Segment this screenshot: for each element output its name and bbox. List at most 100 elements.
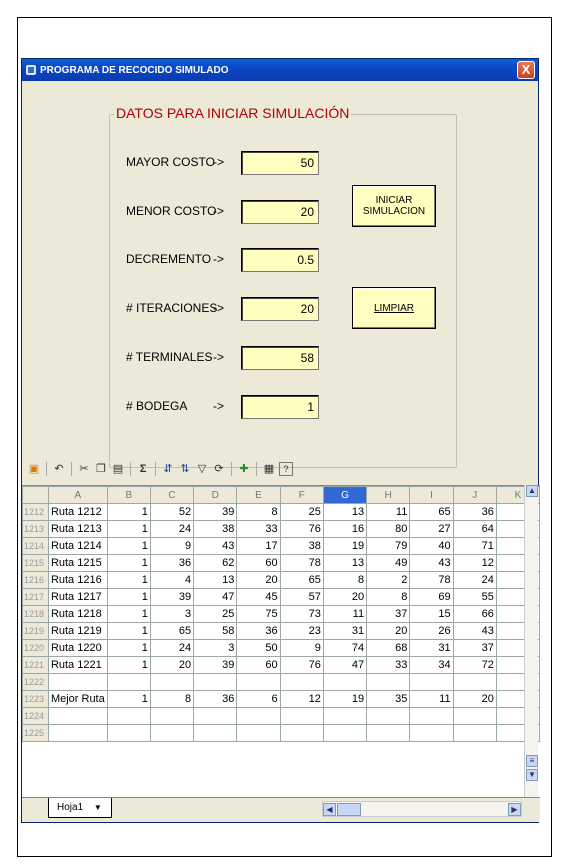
cell[interactable]: 1 <box>106 503 151 521</box>
cell[interactable]: 8 <box>236 503 281 521</box>
column-header-j[interactable]: J <box>452 486 497 504</box>
cell[interactable] <box>279 673 324 691</box>
cell[interactable] <box>409 724 454 742</box>
terminales-input[interactable]: 58 <box>241 346 319 370</box>
cell[interactable]: 33 <box>366 656 411 674</box>
cell[interactable]: Ruta 1220 <box>47 639 108 657</box>
cell[interactable]: 78 <box>409 571 454 589</box>
cell[interactable]: 49 <box>366 554 411 572</box>
cell[interactable]: 20 <box>149 656 195 674</box>
scroll-right-icon[interactable]: ▶ <box>508 803 521 816</box>
export-icon[interactable]: ✚ <box>237 461 251 477</box>
cell[interactable]: 64 <box>452 520 497 538</box>
cell[interactable]: 13 <box>322 554 368 572</box>
cell[interactable]: 65 <box>149 622 195 640</box>
cell[interactable]: 47 <box>322 656 368 674</box>
cell[interactable]: 8 <box>322 571 368 589</box>
cell[interactable]: Ruta 1221 <box>47 656 108 674</box>
cell[interactable]: 73 <box>279 605 324 623</box>
limpiar-button[interactable]: LIMPIAR <box>352 287 436 329</box>
cell[interactable]: 6 <box>236 690 281 708</box>
column-header-h[interactable]: H <box>366 486 411 504</box>
cell[interactable] <box>106 707 151 725</box>
cell[interactable]: 4 <box>149 571 195 589</box>
row-header[interactable]: 1213 <box>22 520 49 538</box>
cell[interactable] <box>106 673 151 691</box>
cell[interactable]: 12 <box>279 690 324 708</box>
cell[interactable]: 23 <box>279 622 324 640</box>
cell[interactable]: 16 <box>322 520 368 538</box>
column-header-d[interactable]: D <box>193 486 238 504</box>
cell[interactable]: 11 <box>322 605 368 623</box>
cell[interactable] <box>452 673 497 691</box>
cell[interactable]: 1 <box>106 571 151 589</box>
row-header[interactable]: 1212 <box>22 503 49 521</box>
close-button[interactable]: X <box>517 61 535 79</box>
cell[interactable]: 1 <box>106 605 151 623</box>
cell[interactable]: 80 <box>366 520 411 538</box>
horizontal-scrollbar[interactable]: ◀ ▶ <box>322 801 522 817</box>
paste-icon[interactable]: ▤ <box>111 461 125 477</box>
cell[interactable] <box>279 724 324 742</box>
row-header[interactable]: 1217 <box>22 588 49 606</box>
cell[interactable]: 36 <box>149 554 195 572</box>
cut-icon[interactable]: ✂ <box>77 461 91 477</box>
sort-desc-icon[interactable]: ⇅ <box>178 461 192 477</box>
vertical-scrollbar[interactable]: ▲ ≡ ▼ <box>524 485 538 797</box>
cell[interactable] <box>236 724 281 742</box>
cell[interactable]: 37 <box>366 605 411 623</box>
cell[interactable]: 72 <box>452 656 497 674</box>
sheet-tab-hoja1[interactable]: Hoja1 ▼ <box>48 798 112 818</box>
cell[interactable]: 11 <box>409 690 454 708</box>
cell[interactable]: 79 <box>366 537 411 555</box>
cell[interactable]: 24 <box>452 571 497 589</box>
cell[interactable]: 8 <box>366 588 411 606</box>
cell[interactable] <box>149 673 195 691</box>
cell[interactable]: 1 <box>106 690 151 708</box>
scroll-up-icon[interactable]: ▲ <box>526 485 538 497</box>
cell[interactable]: 43 <box>409 554 454 572</box>
row-header[interactable]: 1223 <box>22 690 49 708</box>
cell[interactable] <box>193 724 238 742</box>
cell[interactable]: 76 <box>279 520 324 538</box>
cell[interactable]: 19 <box>322 690 368 708</box>
cell[interactable]: 52 <box>149 503 195 521</box>
cell[interactable]: 74 <box>322 639 368 657</box>
office-icon[interactable]: ▣ <box>27 461 41 477</box>
cell[interactable]: 1 <box>106 588 151 606</box>
chevron-down-icon[interactable]: ▼ <box>94 803 102 812</box>
cell[interactable] <box>366 707 411 725</box>
cell[interactable] <box>149 707 195 725</box>
cell[interactable]: 2 <box>366 571 411 589</box>
cell[interactable]: 17 <box>236 537 281 555</box>
cell[interactable]: 60 <box>236 656 281 674</box>
cell[interactable]: 38 <box>279 537 324 555</box>
cell[interactable]: 34 <box>409 656 454 674</box>
cell[interactable] <box>47 707 108 725</box>
cell[interactable]: 38 <box>193 520 238 538</box>
bodega-input[interactable]: 1 <box>241 395 319 419</box>
cell[interactable]: 65 <box>279 571 324 589</box>
cell[interactable] <box>193 673 238 691</box>
cell[interactable]: 9 <box>149 537 195 555</box>
iniciar-simulacion-button[interactable]: INICIAR SIMULACION <box>352 185 436 227</box>
cell[interactable]: 43 <box>193 537 238 555</box>
cell[interactable]: 78 <box>279 554 324 572</box>
cell[interactable]: 19 <box>322 537 368 555</box>
cell[interactable]: 45 <box>236 588 281 606</box>
column-header-g[interactable]: G <box>322 486 368 504</box>
cell[interactable]: 33 <box>236 520 281 538</box>
cell[interactable]: 35 <box>366 690 411 708</box>
cell[interactable]: 25 <box>279 503 324 521</box>
copy-icon[interactable]: ❐ <box>94 461 108 477</box>
column-header-i[interactable]: I <box>409 486 454 504</box>
title-bar[interactable]: PROGRAMA DE RECOCIDO SIMULADO X <box>22 59 538 81</box>
cell[interactable]: 20 <box>322 588 368 606</box>
cell[interactable]: 1 <box>106 622 151 640</box>
cell[interactable] <box>106 724 151 742</box>
cell[interactable]: Ruta 1213 <box>47 520 108 538</box>
cell[interactable]: Ruta 1216 <box>47 571 108 589</box>
cell[interactable]: 71 <box>452 537 497 555</box>
undo-icon[interactable]: ↶ <box>52 461 66 477</box>
cell[interactable] <box>193 707 238 725</box>
